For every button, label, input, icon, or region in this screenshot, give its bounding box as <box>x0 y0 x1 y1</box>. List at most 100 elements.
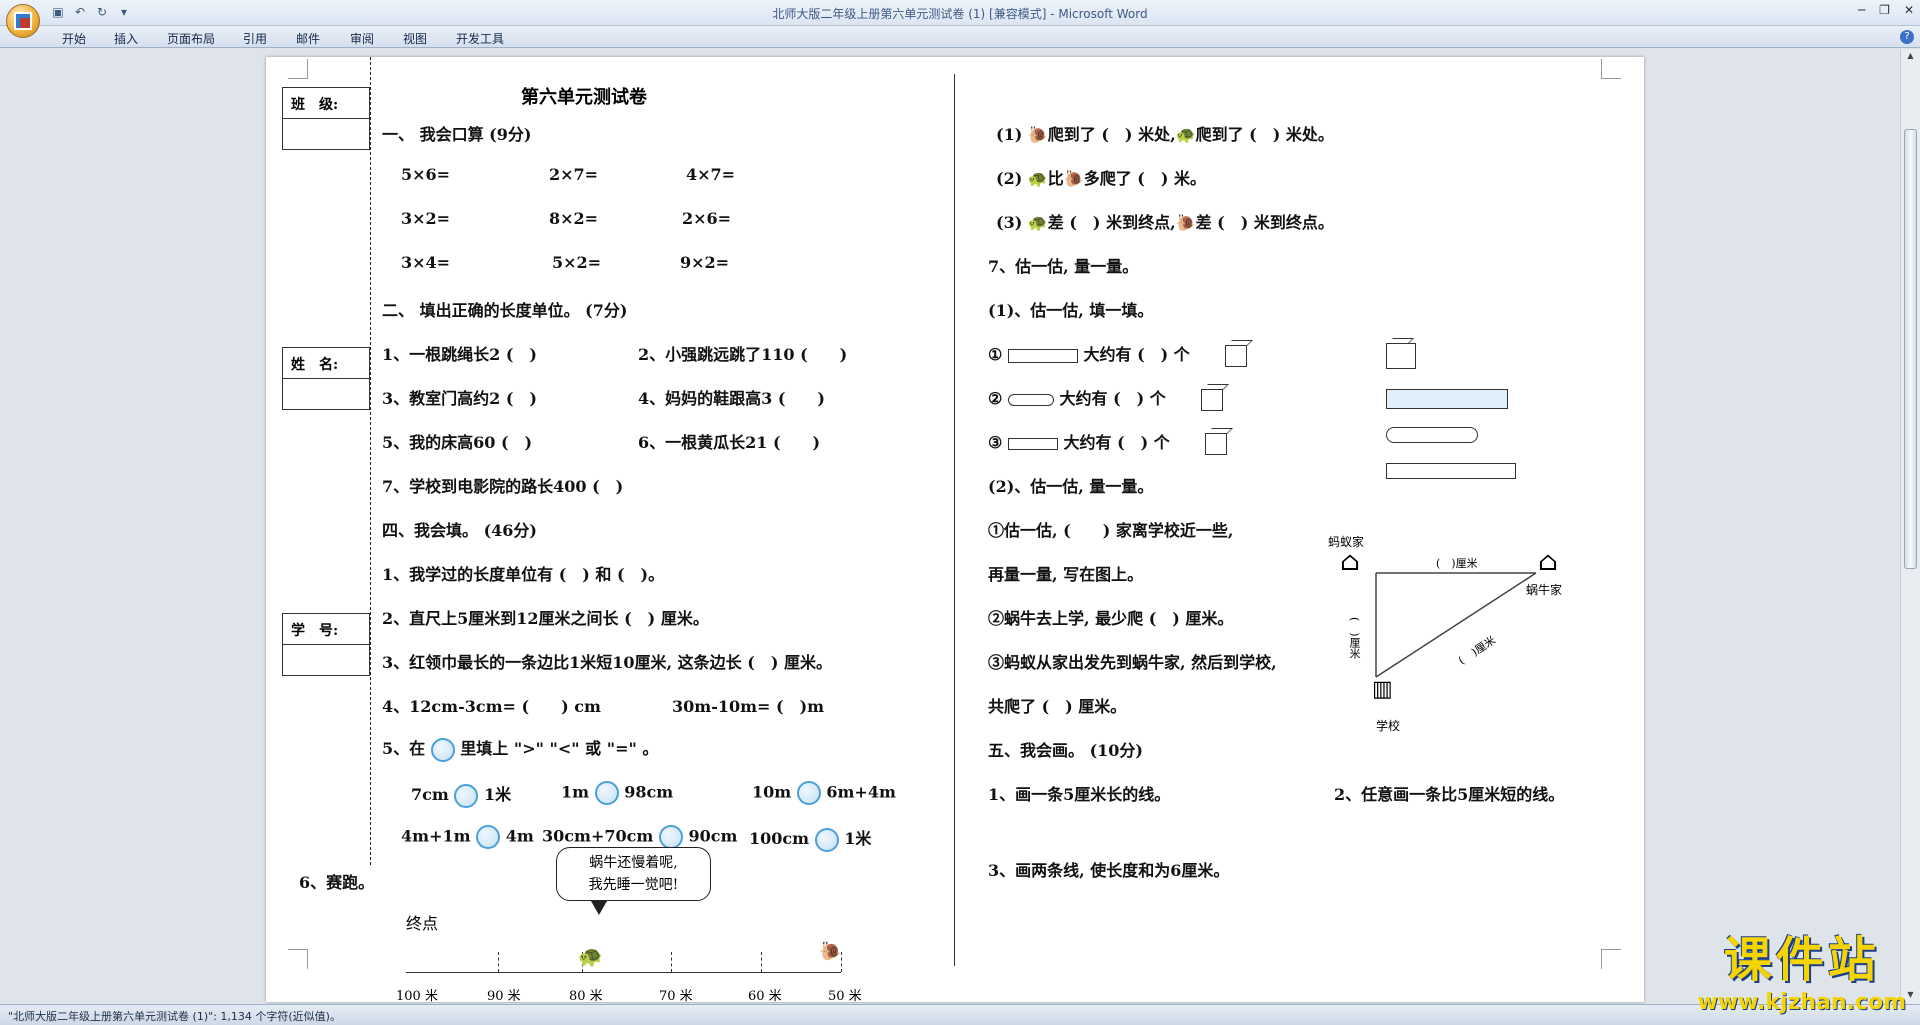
track-label: 80 米 <box>569 989 603 1002</box>
tab-review[interactable]: 审阅 <box>350 30 374 47</box>
cube-icon <box>1386 343 1416 369</box>
estimate-row: ② 大约有 ( ) 个 <box>988 385 1224 411</box>
section-7-heading: 7、估一估, 量一量。 <box>988 257 1139 276</box>
calc-item: 5×2= <box>552 253 602 272</box>
name-label-box: 姓 名: <box>282 347 370 379</box>
window-title: 北师大版二年级上册第六单元测试卷 (1) [兼容模式] - Microsoft … <box>772 7 1148 21</box>
compare-circle[interactable] <box>476 825 501 849</box>
track-tick <box>498 952 499 972</box>
unit-question: 6、一根黄瓜长21 ( ) <box>638 433 821 452</box>
section-5-heading: 五、我会画。 (10分) <box>988 741 1143 760</box>
office-button[interactable] <box>6 4 40 38</box>
tab-page-layout[interactable]: 页面布局 <box>167 30 215 47</box>
calc-item: 8×2= <box>549 209 599 228</box>
crop-mark <box>288 59 308 79</box>
track-tick <box>761 952 762 972</box>
bubble-line: 蜗牛还慢着呢, <box>589 855 678 871</box>
scroll-up-icon[interactable]: ▲ <box>1904 51 1917 63</box>
house-icon: ⌂ <box>1538 547 1558 577</box>
snail-icon: 🐌 <box>819 941 842 962</box>
unit-question: 5、我的床高60 ( ) <box>382 433 533 452</box>
measure-question: ③蚂蚁从家出发先到蜗牛家, 然后到学校, <box>988 653 1277 672</box>
compare-item: 7cm 1米 <box>411 781 511 808</box>
cube-icon <box>1205 432 1228 455</box>
track-label: 100 米 <box>396 989 438 1002</box>
fill-question: 3、红领巾最长的一条边比1米短10厘米, 这条边长 ( ) 厘米。 <box>382 653 832 672</box>
tab-insert[interactable]: 插入 <box>114 30 138 47</box>
track-tick <box>671 952 672 972</box>
compare-circle[interactable] <box>796 781 821 805</box>
tab-developer[interactable]: 开发工具 <box>456 30 504 47</box>
snail-icon: 🐌 <box>1175 213 1196 232</box>
track-label: 60 米 <box>748 989 782 1002</box>
compare-item: 100cm 1米 <box>749 825 871 852</box>
section-1-heading: 一、 我会口算 (9分) <box>382 125 532 144</box>
fill-question: 2、直尺上5厘米到12厘米之间长 ( ) 厘米。 <box>382 609 709 628</box>
crop-mark <box>1601 949 1621 969</box>
compare-instruction-prefix: 5、在 <box>382 739 426 758</box>
id-label-box: 学 号: <box>282 613 370 645</box>
map-label: 蜗牛家 <box>1526 583 1563 597</box>
crop-mark <box>1601 59 1621 79</box>
calc-item: 2×6= <box>682 209 732 228</box>
status-text: "北师大版二年级上册第六单元测试卷 (1)": 1,134 个字符(近似值)。 <box>8 1010 341 1023</box>
compare-circle[interactable] <box>814 827 839 852</box>
race-question-2: (2) 🐢比🐌多爬了 ( ) 米。 <box>996 169 1207 188</box>
scroll-thumb[interactable] <box>1904 129 1917 569</box>
bubble-tail <box>591 901 607 915</box>
help-icon[interactable]: ? <box>1900 30 1914 44</box>
school-icon: ▥ <box>1372 677 1393 702</box>
id-input-box[interactable] <box>282 644 370 676</box>
status-bar: "北师大版二年级上册第六单元测试卷 (1)": 1,134 个字符(近似值)。 <box>0 1004 1920 1025</box>
draw-question: 3、画两条线, 使长度和为6厘米。 <box>988 861 1230 880</box>
tortoise-icon: 🐢 <box>578 944 603 968</box>
unit-question: 4、妈妈的鞋跟高3 ( ) <box>638 389 825 408</box>
tab-mailings[interactable]: 邮件 <box>296 30 320 47</box>
measure-question: 再量一量, 写在图上。 <box>988 565 1144 584</box>
vertical-scrollbar[interactable]: ▲ ▼ <box>1900 49 1920 1004</box>
draw-question: 2、任意画一条比5厘米短的线。 <box>1334 785 1565 804</box>
estimate-subheading: (1)、估一估, 填一填。 <box>988 301 1154 320</box>
snail-icon: 🐌 <box>1027 125 1048 144</box>
track-label: 70 米 <box>659 989 693 1002</box>
tortoise-icon: 🐢 <box>1175 125 1196 144</box>
tab-references[interactable]: 引用 <box>243 30 267 47</box>
id-label: 学 号: <box>291 623 339 639</box>
class-input-box[interactable] <box>282 118 370 150</box>
watermark-url: www.kjzhan.com <box>1697 990 1906 1015</box>
compare-circle[interactable] <box>594 781 619 805</box>
race-heading: 6、赛跑。 <box>299 873 375 892</box>
close-icon[interactable]: ✕ <box>1904 3 1914 17</box>
compare-item: 4m+1m 4m <box>401 825 534 849</box>
unit-question: 3、教室门高约2 ( ) <box>382 389 537 408</box>
calc-item: 5×6= <box>401 165 451 184</box>
paperclip-icon <box>1386 427 1478 443</box>
calc-item: 3×2= <box>401 209 451 228</box>
estimate-row: ③ 大约有 ( ) 个 <box>988 429 1228 455</box>
measure-question: ①估一估, ( ) 家离学校近一些, <box>988 521 1234 540</box>
unit-question: 1、一根跳绳长2 ( ) <box>382 345 537 364</box>
name-label: 姓 名: <box>291 357 339 373</box>
unit-question: 2、小强跳远跳了110 ( ) <box>638 345 848 364</box>
maximize-icon[interactable]: ❐ <box>1879 3 1890 17</box>
calc-item: 3×4= <box>401 253 451 272</box>
snail-icon: 🐌 <box>1063 169 1084 188</box>
race-track-line <box>406 972 841 973</box>
measure-subheading: (2)、估一估, 量一量。 <box>988 477 1154 496</box>
measure-question: ②蜗牛去上学, 最少爬 ( ) 厘米。 <box>988 609 1234 628</box>
house-icon: ⌂ <box>1340 547 1360 577</box>
fill-question: 30m-10m= ( )m <box>672 697 825 716</box>
document-workspace[interactable]: 班 级: 姓 名: 学 号: 第六单元测试卷 一、 我会口算 (9分) 5×6=… <box>0 49 1900 1004</box>
map-distance-label: ( )厘米 <box>1348 617 1361 659</box>
document-page[interactable]: 班 级: 姓 名: 学 号: 第六单元测试卷 一、 我会口算 (9分) 5×6=… <box>266 57 1644 1002</box>
map-label: 学校 <box>1376 719 1401 733</box>
minimize-icon[interactable]: ─ <box>1858 3 1865 17</box>
track-label: 90 米 <box>487 989 521 1002</box>
site-watermark: 课件站 www.kjzhan.com <box>1697 920 1906 1015</box>
name-input-box[interactable] <box>282 378 370 410</box>
tab-home[interactable]: 开始 <box>62 30 86 47</box>
compare-circle[interactable] <box>454 783 479 808</box>
compare-circle[interactable] <box>658 825 683 849</box>
tab-view[interactable]: 视图 <box>403 30 427 47</box>
section-2-heading: 二、 填出正确的长度单位。 (7分) <box>382 301 628 320</box>
